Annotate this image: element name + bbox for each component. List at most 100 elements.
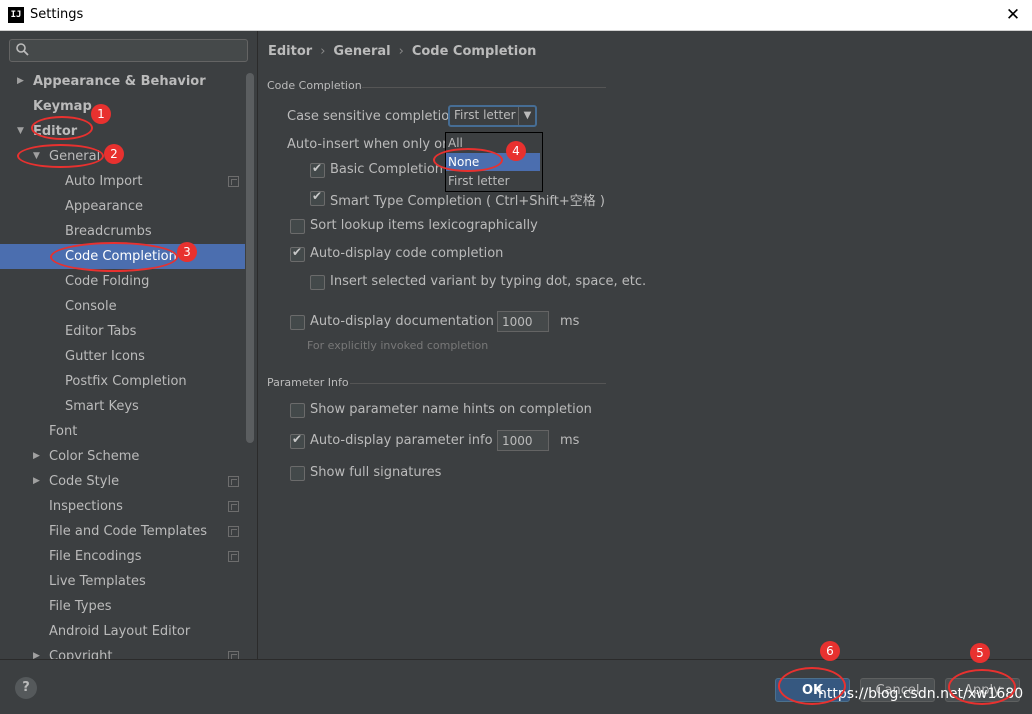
insert-variant-label[interactable]: Insert selected variant by typing dot, s…: [330, 274, 646, 289]
param-delay-unit: ms: [560, 433, 580, 448]
breadcrumb-editor[interactable]: Editor: [268, 44, 312, 59]
sidebar-item-smart-keys[interactable]: Smart Keys: [0, 394, 245, 419]
basic-completion-checkbox[interactable]: [310, 161, 325, 178]
project-level-icon: [228, 651, 239, 659]
sidebar-item-color-scheme[interactable]: ▶ Color Scheme: [0, 444, 245, 469]
help-icon[interactable]: ?: [15, 677, 37, 699]
breadcrumb-separator: ›: [320, 44, 326, 59]
sidebar-item-label: Breadcrumbs: [65, 224, 152, 239]
annotation-ring-code-completion: [50, 242, 178, 272]
annotation-badge-1: 1: [91, 104, 111, 124]
sidebar-item-font[interactable]: Font: [0, 419, 245, 444]
sidebar-item-file-types[interactable]: File Types: [0, 594, 245, 619]
dropdown-option-first-letter[interactable]: First letter: [446, 172, 540, 190]
sidebar-item-label: Smart Keys: [65, 399, 139, 414]
sidebar-item-label: Console: [65, 299, 117, 314]
sidebar-item-label: File and Code Templates: [49, 524, 207, 539]
basic-completion-label[interactable]: Basic Completion (: [330, 162, 452, 177]
breadcrumb-code-completion: Code Completion: [411, 44, 537, 59]
annotation-ring-none: [433, 148, 503, 172]
param-delay-input[interactable]: 1000: [497, 430, 549, 451]
sort-lexicographically-checkbox[interactable]: [290, 219, 305, 234]
project-level-icon: [228, 176, 239, 187]
dialog-button-bar: ? OK Cancel Apply https://blog.csdn.net/…: [0, 659, 1032, 714]
auto-display-doc-label[interactable]: Auto-display documentation in: [310, 314, 510, 329]
sidebar-item-file-and-code-templates[interactable]: File and Code Templates: [0, 519, 245, 544]
sidebar-item-appearance-behavior[interactable]: ▶ Appearance & Behavior: [0, 69, 245, 94]
auto-display-param-label[interactable]: Auto-display parameter info in: [310, 433, 509, 448]
sidebar-item-postfix-completion[interactable]: Postfix Completion: [0, 369, 245, 394]
sidebar-item-label: Live Templates: [49, 574, 146, 589]
case-sensitive-value: First letter: [454, 108, 516, 122]
parameter-hints-checkbox[interactable]: [290, 403, 305, 418]
auto-display-completion-checkbox[interactable]: [290, 245, 305, 262]
collapsed-arrow-icon[interactable]: ▶: [33, 444, 45, 469]
sidebar-item-code-folding[interactable]: Code Folding: [0, 269, 245, 294]
sidebar-item-label: Appearance: [65, 199, 144, 214]
annotation-ring-ok: [778, 667, 846, 705]
auto-display-doc-checkbox[interactable]: [290, 315, 305, 330]
breadcrumb-separator: ›: [398, 44, 404, 59]
annotation-badge-6: 6: [820, 641, 840, 661]
sidebar-item-label: Appearance & Behavior: [33, 74, 206, 89]
sidebar-item-label: Font: [49, 424, 78, 439]
sidebar-item-android-layout-editor[interactable]: Android Layout Editor: [0, 619, 245, 644]
project-level-icon: [228, 551, 239, 562]
sidebar-item-file-encodings[interactable]: File Encodings: [0, 544, 245, 569]
smart-completion-label[interactable]: Smart Type Completion ( Ctrl+Shift+空格 ): [330, 190, 605, 209]
doc-delay-input[interactable]: 1000: [497, 311, 549, 332]
sidebar-item-editor-tabs[interactable]: Editor Tabs: [0, 319, 245, 344]
case-sensitive-label: Case sensitive completion:: [287, 109, 462, 124]
sidebar-item-label: Inspections: [49, 499, 123, 514]
dropdown-arrow-icon[interactable]: ▼: [518, 107, 536, 125]
breadcrumb-general[interactable]: General: [333, 44, 390, 59]
annotation-badge-3: 3: [177, 242, 197, 262]
expanded-arrow-icon[interactable]: ▼: [17, 119, 29, 144]
breadcrumb: Editor › General › Code Completion: [268, 44, 536, 59]
sidebar-item-label: Auto Import: [65, 174, 143, 189]
sidebar-item-label: File Encodings: [49, 549, 142, 564]
sidebar-item-live-templates[interactable]: Live Templates: [0, 569, 245, 594]
project-level-icon: [228, 476, 239, 487]
doc-delay-hint: For explicitly invoked completion: [307, 339, 489, 352]
sidebar-item-console[interactable]: Console: [0, 294, 245, 319]
auto-display-param-checkbox[interactable]: [290, 432, 305, 449]
section-divider: [362, 87, 606, 88]
annotation-ring-general: [17, 144, 104, 168]
project-level-icon: [228, 501, 239, 512]
collapsed-arrow-icon[interactable]: ▶: [17, 69, 29, 94]
annotation-ring-editor: [31, 116, 93, 140]
project-level-icon: [228, 526, 239, 537]
auto-display-completion-label[interactable]: Auto-display code completion: [310, 246, 503, 261]
section-title-parameter-info: Parameter Info: [267, 376, 349, 389]
title-bar: IJ Settings ✕: [0, 0, 1032, 31]
case-sensitive-combobox[interactable]: First letter ▼: [448, 105, 537, 127]
sidebar-item-gutter-icons[interactable]: Gutter Icons: [0, 344, 245, 369]
section-divider: [350, 383, 606, 384]
annotation-badge-2: 2: [104, 144, 124, 164]
sidebar-item-label: Android Layout Editor: [49, 624, 191, 639]
settings-content: Editor › General › Code Completion Code Comp…: [258, 31, 1032, 659]
sidebar-item-breadcrumbs[interactable]: Breadcrumbs: [0, 219, 245, 244]
collapsed-arrow-icon[interactable]: ▶: [33, 469, 45, 494]
smart-completion-checkbox[interactable]: [310, 189, 325, 206]
sidebar-scrollbar-thumb[interactable]: [246, 73, 254, 443]
sort-lexicographically-label[interactable]: Sort lookup items lexicographically: [310, 218, 538, 233]
parameter-hints-label[interactable]: Show parameter name hints on completion: [310, 402, 592, 417]
full-signatures-label[interactable]: Show full signatures: [310, 465, 441, 480]
section-title-code-completion: Code Completion: [267, 79, 362, 92]
sidebar-item-label: Postfix Completion: [65, 374, 187, 389]
insert-variant-checkbox[interactable]: [310, 275, 325, 290]
sidebar-item-code-style[interactable]: ▶ Code Style: [0, 469, 245, 494]
sidebar-item-auto-import[interactable]: Auto Import: [0, 169, 245, 194]
full-signatures-checkbox[interactable]: [290, 466, 305, 481]
sidebar-item-inspections[interactable]: Inspections: [0, 494, 245, 519]
collapsed-arrow-icon[interactable]: ▶: [33, 644, 45, 659]
sidebar-item-label: Code Folding: [65, 274, 150, 289]
close-window-button[interactable]: ✕: [1000, 3, 1026, 27]
sidebar-item-appearance[interactable]: Appearance: [0, 194, 245, 219]
settings-search-input[interactable]: [9, 39, 248, 62]
sidebar-item-keymap[interactable]: Keymap: [0, 94, 245, 119]
sidebar-item-copyright[interactable]: ▶ Copyright: [0, 644, 245, 659]
sidebar-item-label: File Types: [49, 599, 112, 614]
